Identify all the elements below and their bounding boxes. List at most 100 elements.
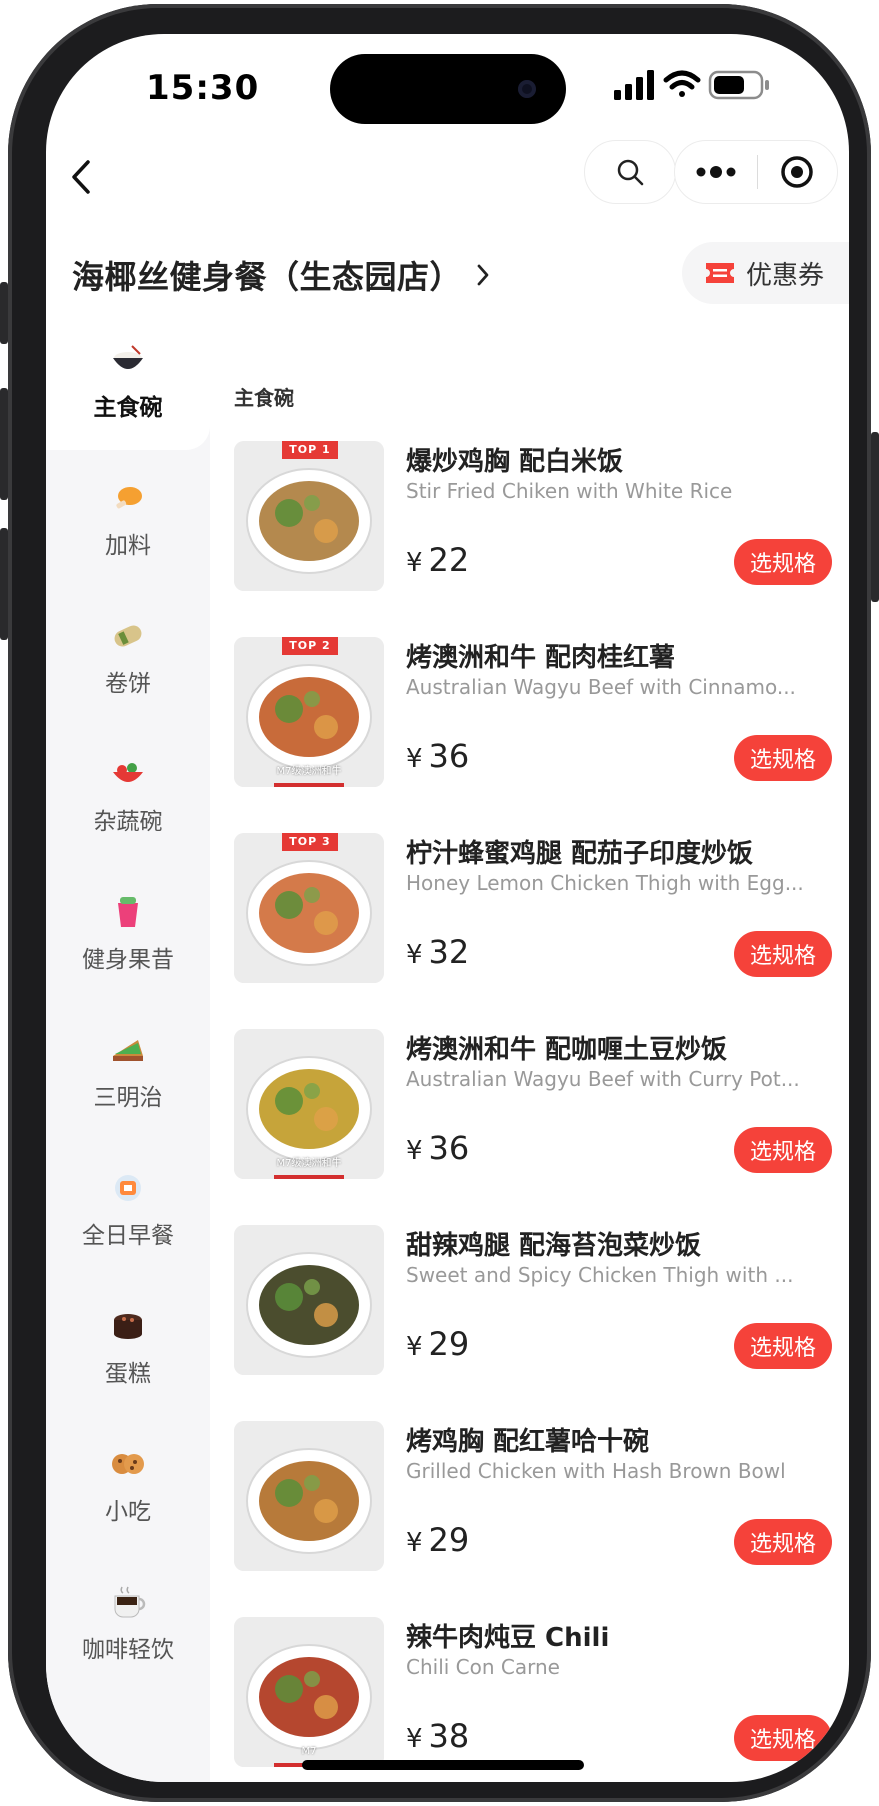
currency-symbol: ¥ xyxy=(406,548,423,578)
product-name: 甜辣鸡腿 配海苔泡菜炒饭 xyxy=(406,1231,702,1261)
photo-caption: M7 xyxy=(301,1746,317,1757)
product-photo[interactable] xyxy=(234,1225,384,1375)
product-price: ¥29 xyxy=(406,1325,469,1363)
sidebar-item-coffee[interactable]: 咖啡轻饮 xyxy=(46,1554,210,1692)
screen: 15:30 海椰丝健身餐（生态园店） 优惠券 主食碗 加料 卷饼 杂蔬碗 健身果… xyxy=(46,34,849,1782)
sandwich-icon xyxy=(106,1030,150,1070)
more-button[interactable] xyxy=(675,140,757,204)
sidebar-item-label: 小吃 xyxy=(105,1499,151,1525)
product-photo[interactable]: TOP 3 xyxy=(234,833,384,983)
product-card[interactable]: M7 辣牛肉炖豆 Chili Chili Con Carne ¥38 选规格 xyxy=(234,1617,834,1767)
product-name: 爆炒鸡胸 配白米饭 xyxy=(406,447,624,477)
sidebar-item-sandwich[interactable]: 三明治 xyxy=(46,1002,210,1140)
signal-icon xyxy=(614,70,654,100)
store-name: 海椰丝健身餐（生态园店） xyxy=(72,258,463,296)
cookie-icon xyxy=(106,1444,150,1484)
product-name: 烤鸡胸 配红薯哈十碗 xyxy=(406,1427,650,1457)
sidebar-item-label: 蛋糕 xyxy=(105,1361,151,1387)
target-icon xyxy=(781,156,813,188)
rice-bowl-icon xyxy=(106,340,150,380)
top-rank-badge: TOP 2 xyxy=(282,637,338,655)
product-name: 烤澳洲和牛 配咖喱土豆炒饭 xyxy=(406,1035,728,1065)
product-photo[interactable]: M7 xyxy=(234,1617,384,1767)
dynamic-island xyxy=(330,54,566,124)
product-english-name: Chili Con Carne xyxy=(406,1655,560,1679)
select-spec-button[interactable]: 选规格 xyxy=(734,735,832,781)
sidebar-item-add-ons[interactable]: 加料 xyxy=(46,450,210,588)
status-icons xyxy=(614,70,769,100)
coupon-button[interactable]: 优惠券 xyxy=(682,242,849,304)
status-time: 15:30 xyxy=(146,68,260,108)
close-miniprogram-button[interactable] xyxy=(758,140,838,204)
store-title[interactable]: 海椰丝健身餐（生态园店） xyxy=(72,252,490,298)
top-rank-badge: TOP 1 xyxy=(282,441,338,459)
product-english-name: Sweet and Spicy Chicken Thigh with ... xyxy=(406,1263,794,1287)
currency-symbol: ¥ xyxy=(406,1724,423,1754)
sidebar-item-label: 加料 xyxy=(105,533,151,559)
sidebar-item-breakfast[interactable]: 全日早餐 xyxy=(46,1140,210,1278)
product-price: ¥29 xyxy=(406,1521,469,1559)
volume-down-button xyxy=(0,528,8,640)
photo-caption: M7级澳洲和牛 xyxy=(276,1158,342,1169)
search-button[interactable] xyxy=(584,140,676,204)
sidebar-item-label: 主食碗 xyxy=(93,395,163,421)
product-card[interactable]: TOP 3 柠汁蜂蜜鸡腿 配茄子印度炒饭 Honey Lemon Chicken T… xyxy=(234,833,834,983)
chevron-right-icon xyxy=(477,264,489,286)
select-spec-button[interactable]: 选规格 xyxy=(734,931,832,977)
sidebar-item-veggie-bowl[interactable]: 杂蔬碗 xyxy=(46,726,210,864)
breakfast-icon xyxy=(106,1168,150,1208)
dish-icon xyxy=(234,1617,384,1767)
currency-symbol: ¥ xyxy=(406,1332,423,1362)
price-amount: 29 xyxy=(428,1521,470,1559)
select-spec-button[interactable]: 选规格 xyxy=(734,1323,832,1369)
back-button[interactable] xyxy=(56,152,106,202)
product-card[interactable]: 烤鸡胸 配红薯哈十碗 Grilled Chicken with Hash Brow… xyxy=(234,1421,834,1571)
price-amount: 32 xyxy=(428,933,470,971)
product-price: ¥22 xyxy=(406,541,469,579)
product-card[interactable]: 甜辣鸡腿 配海苔泡菜炒饭 Sweet and Spicy Chicken Thig… xyxy=(234,1225,834,1375)
product-photo[interactable]: M7级澳洲和牛 xyxy=(234,1029,384,1179)
dish-icon xyxy=(234,1421,384,1571)
sidebar-item-label: 卷饼 xyxy=(105,671,151,697)
product-photo[interactable]: TOP 2 M7级澳洲和牛 xyxy=(234,637,384,787)
section-title: 主食碗 xyxy=(234,386,294,410)
price-amount: 38 xyxy=(428,1717,470,1755)
coupon-label: 优惠券 xyxy=(746,260,825,291)
product-card[interactable]: TOP 2 M7级澳洲和牛 烤澳洲和牛 配肉桂红薯 Australian Wagyu … xyxy=(234,637,834,787)
chevron-left-icon xyxy=(72,160,90,194)
home-indicator[interactable] xyxy=(302,1760,584,1770)
product-price: ¥36 xyxy=(406,1129,469,1167)
currency-symbol: ¥ xyxy=(406,1528,423,1558)
select-spec-button[interactable]: 选规格 xyxy=(734,539,832,585)
sidebar-item-wraps[interactable]: 卷饼 xyxy=(46,588,210,726)
product-photo[interactable] xyxy=(234,1421,384,1571)
sidebar-item-cake[interactable]: 蛋糕 xyxy=(46,1278,210,1416)
wifi-icon xyxy=(663,70,701,97)
drumstick-icon xyxy=(106,478,150,518)
sidebar-item-label: 杂蔬碗 xyxy=(93,809,163,835)
product-card[interactable]: TOP 1 爆炒鸡胸 配白米饭 Stir Fried Chiken with Whi… xyxy=(234,441,834,591)
miniprogram-capsule xyxy=(674,140,838,204)
camera-icon xyxy=(518,80,536,98)
product-card[interactable]: M7级澳洲和牛 烤澳洲和牛 配咖喱土豆炒饭 Australian Wagyu Bee… xyxy=(234,1029,834,1179)
currency-symbol: ¥ xyxy=(406,744,423,774)
price-amount: 36 xyxy=(428,1129,470,1167)
top-rank-badge: TOP 3 xyxy=(282,833,338,851)
select-spec-button[interactable]: 选规格 xyxy=(734,1127,832,1173)
product-name: 辣牛肉炖豆 Chili xyxy=(406,1623,610,1653)
product-price: ¥32 xyxy=(406,933,469,971)
dish-icon xyxy=(234,833,384,983)
product-english-name: Honey Lemon Chicken Thigh with Egg... xyxy=(406,871,804,895)
dish-icon xyxy=(234,441,384,591)
sidebar-item-smoothies[interactable]: 健身果昔 xyxy=(46,864,210,1002)
product-photo[interactable]: TOP 1 xyxy=(234,441,384,591)
select-spec-button[interactable]: 选规格 xyxy=(734,1715,832,1761)
sidebar-item-snacks[interactable]: 小吃 xyxy=(46,1416,210,1554)
search-icon xyxy=(617,159,644,186)
select-spec-button[interactable]: 选规格 xyxy=(734,1519,832,1565)
phone-frame: 15:30 海椰丝健身餐（生态园店） 优惠券 主食碗 加料 卷饼 杂蔬碗 健身果… xyxy=(0,0,879,1806)
product-english-name: Australian Wagyu Beef with Cinnamo... xyxy=(406,675,796,699)
action-button xyxy=(0,282,8,344)
sidebar-item-rice-bowl[interactable]: 主食碗 xyxy=(46,312,210,450)
coffee-icon xyxy=(106,1582,150,1622)
